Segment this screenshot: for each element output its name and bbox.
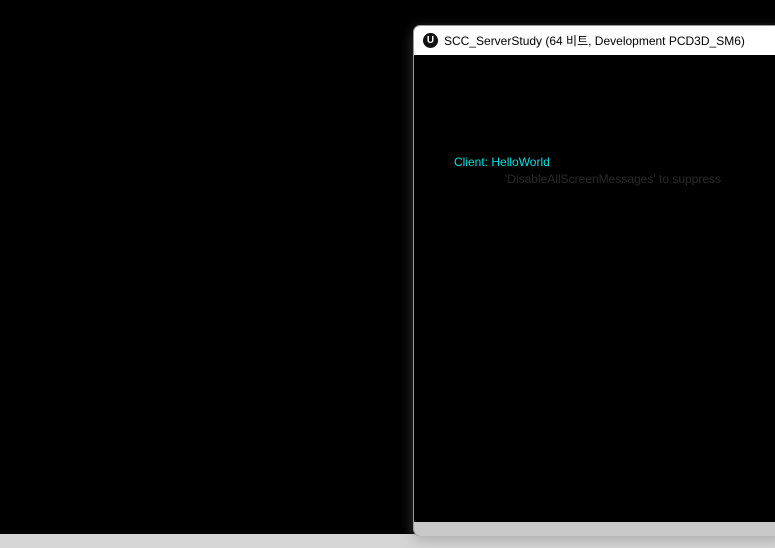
desktop: U SCC_ServerStudy (64 비트, Development PC…: [0, 0, 775, 548]
window-title-bar[interactable]: U SCC_ServerStudy (64 비트, Development PC…: [414, 26, 775, 55]
game-window[interactable]: U SCC_ServerStudy (64 비트, Development PC…: [413, 25, 775, 536]
window-title: SCC_ServerStudy (64 비트, Development PCD3…: [444, 34, 745, 48]
unreal-logo-icon: U: [423, 33, 438, 48]
game-viewport[interactable]: Client: HelloWorld 'DisableAllScreenMess…: [414, 55, 775, 522]
on-screen-debug-message: Client: HelloWorld: [454, 155, 550, 169]
window-bottom-edge: [414, 522, 775, 536]
suppress-hint-message: 'DisableAllScreenMessages' to suppress: [505, 172, 722, 186]
taskbar-strip: [0, 534, 775, 548]
